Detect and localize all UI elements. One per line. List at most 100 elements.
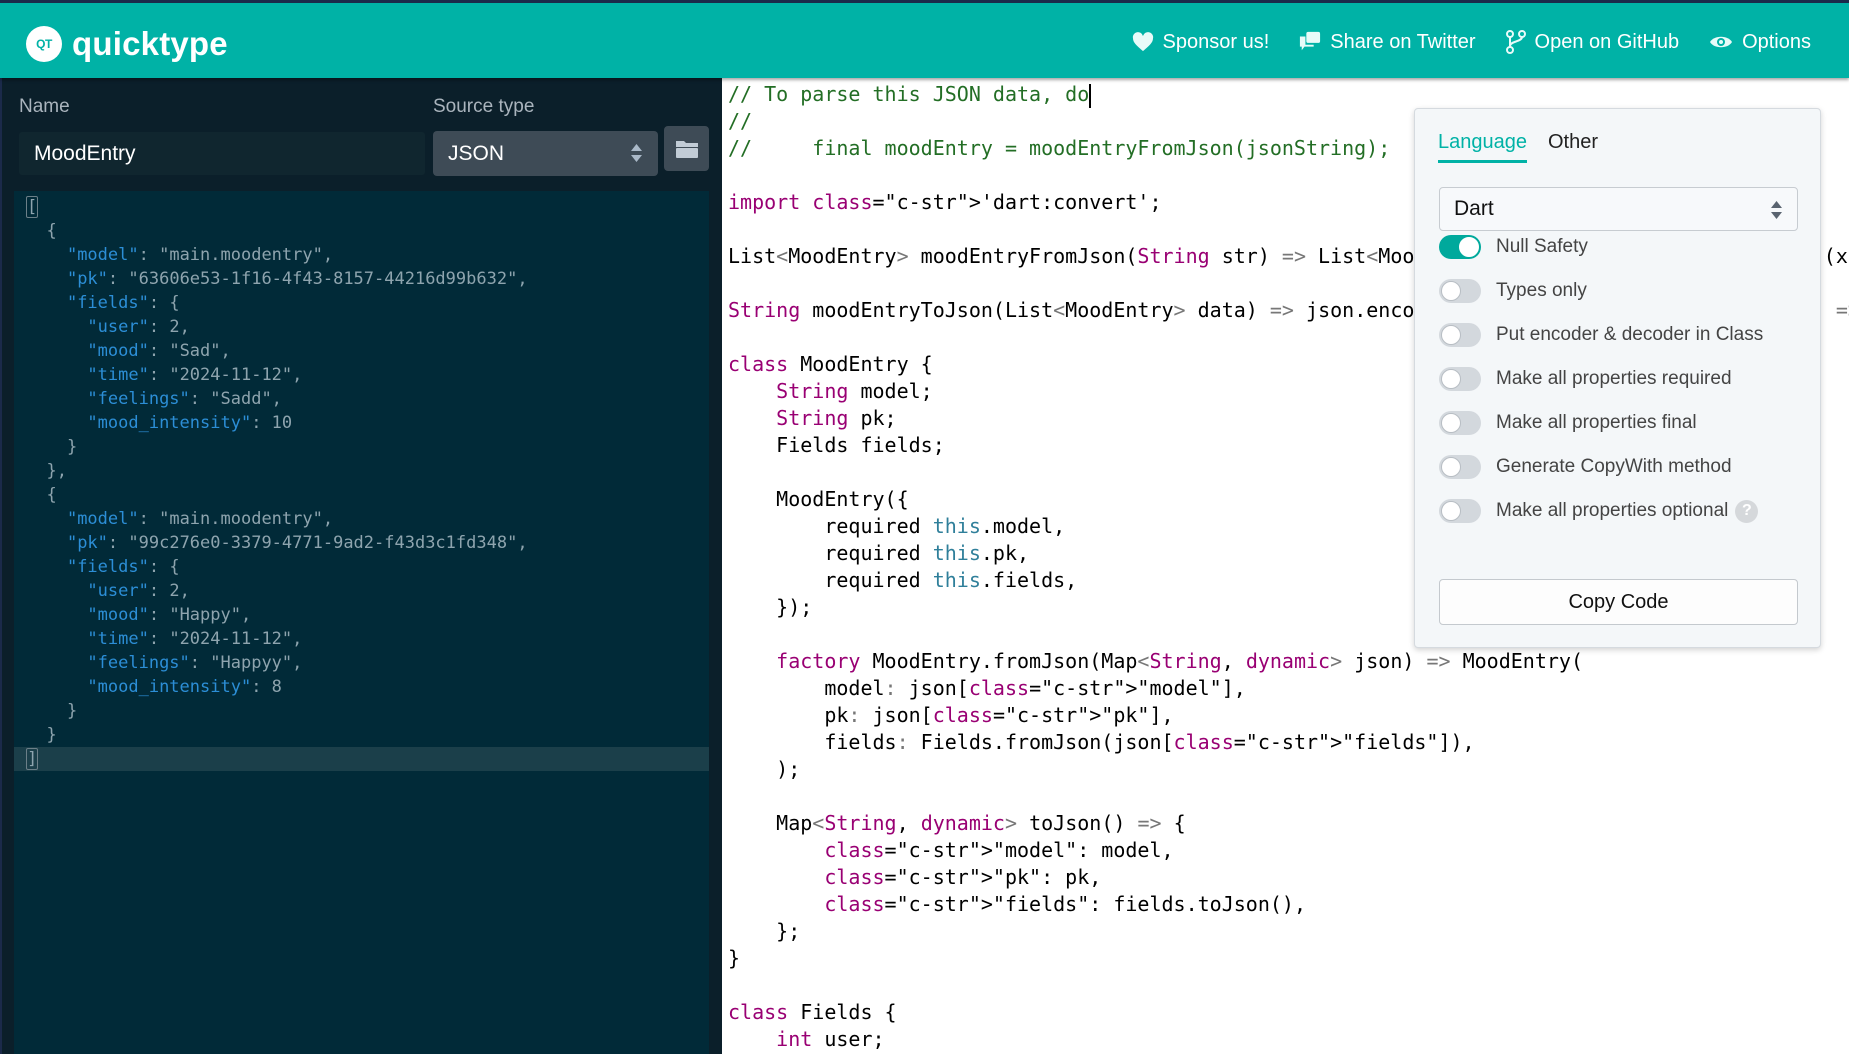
json-line: "mood": "Happy", [87,605,252,625]
code-line: pk: json[class="c-str">"pk"], [728,703,1174,727]
toggle-knob [1459,237,1479,257]
app-header: QT quicktype Sponsor us! Share on Twitte… [0,0,1849,78]
copy-code-button[interactable]: Copy Code [1439,579,1798,625]
text-cursor [1089,83,1092,108]
code-line: Map<String, dynamic> toJson() => { [728,811,1186,835]
option-label: Null Safety [1496,236,1588,257]
option-make-all-properties-final[interactable]: Make all properties final [1439,411,1697,435]
logo-text: quicktype [72,25,228,62]
toggle-switch[interactable] [1439,323,1481,347]
json-line: } [26,701,78,721]
code-line: int user; [776,1027,885,1051]
json-line: "mood_intensity": 10 [87,413,293,433]
json-line: "feelings": "Sadd", [87,389,282,409]
option-label: Make all properties final [1496,412,1697,433]
share-twitter-link[interactable]: Share on Twitter [1299,30,1476,54]
json-line: } [26,437,78,457]
language-select[interactable]: Dart [1439,187,1798,231]
input-panel: Name Source type JSON [ { "model": "main… [0,78,722,1054]
option-label: Types only [1496,280,1587,301]
toggle-knob [1441,413,1461,433]
json-line: "time": "2024-11-12", [87,365,303,385]
sponsor-link[interactable]: Sponsor us! [1132,30,1270,54]
option-types-only[interactable]: Types only [1439,279,1587,303]
toggle-knob [1441,369,1461,389]
code-line: }; [728,919,801,943]
json-line: "fields": { [66,293,180,313]
code-line: ); [728,757,801,781]
json-line: ] [14,747,709,771]
share-twitter-label: Share on Twitter [1330,30,1476,53]
language-value: Dart [1454,197,1494,220]
tab-language[interactable]: Language [1438,131,1527,163]
folder-icon [675,140,698,158]
git-branch-icon [1505,30,1526,54]
options-link[interactable]: Options [1709,30,1811,54]
option-label: Make all properties optional [1496,500,1729,521]
json-line: "fields": { [66,557,180,577]
json-line: "mood_intensity": 8 [87,677,282,697]
json-line: } [26,725,57,745]
code-line: } [728,946,741,970]
code-line: factory MoodEntry.fromJson(Map<String, d… [776,649,1583,673]
github-link[interactable]: Open on GitHub [1505,30,1680,54]
toggle-switch[interactable] [1439,455,1481,479]
code-line: class="c-str">"pk": pk, [824,865,1102,889]
source-type-label: Source type [433,96,535,117]
header-nav: Sponsor us! Share on Twitter Open on Git… [1132,30,1811,54]
option-label: Make all properties required [1496,368,1732,389]
json-editor[interactable]: [ { "model": "main.moodentry", "pk": "63… [14,191,709,1054]
json-line: [ [26,196,39,218]
name-input[interactable] [19,132,425,175]
toggle-knob [1441,501,1461,521]
json-line: { [26,485,57,505]
option-put-encoder-decoder-in-class[interactable]: Put encoder & decoder in Class [1439,323,1763,347]
json-line: { [26,221,57,241]
toggle-switch[interactable] [1439,499,1481,523]
json-line: "user": 2, [87,317,190,337]
json-line: "model": "main.moodentry", [66,245,334,265]
select-arrows-icon [1771,201,1782,219]
code-line: model: json[class="c-str">"model"], [728,676,1246,700]
json-line: "pk": "99c276e0-3379-4771-9ad2-f43d3c1fd… [66,533,528,553]
option-make-all-properties-optional[interactable]: Make all properties optional? [1439,499,1759,523]
github-label: Open on GitHub [1534,30,1680,53]
option-label: Put encoder & decoder in Class [1496,324,1764,345]
toggle-knob [1441,457,1461,477]
option-generate-copywith-method[interactable]: Generate CopyWith method [1439,455,1732,479]
eye-icon [1710,36,1733,48]
source-type-value: JSON [448,141,505,165]
toggle-switch[interactable] [1439,279,1481,303]
toggle-switch[interactable] [1439,235,1481,259]
sponsor-label: Sponsor us! [1162,30,1270,53]
source-type-select[interactable]: JSON [433,131,658,176]
json-line: "feelings": "Happyy", [87,653,303,673]
json-line: "time": "2024-11-12", [87,629,303,649]
options-tabs: Language Other [1438,131,1598,163]
options-label: Options [1742,30,1811,53]
json-line: "user": 2, [87,581,190,601]
json-line: "pk": "63606e53-1f16-4f43-8157-44216d99b… [66,269,528,289]
toggle-switch[interactable] [1439,367,1481,391]
open-file-button[interactable] [664,126,709,171]
help-icon[interactable]: ? [1735,499,1759,523]
option-null-safety[interactable]: Null Safety [1439,235,1588,259]
code-line: fields: Fields.fromJson(json[class="c-st… [728,730,1475,754]
code-line: class="c-str">"fields": fields.toJson(), [824,892,1306,916]
code-line: // To parse this JSON data, do [728,82,1092,108]
tab-other[interactable]: Other [1548,131,1598,163]
option-make-all-properties-required[interactable]: Make all properties required [1439,367,1732,391]
toggle-knob [1441,325,1461,345]
name-label: Name [19,96,70,117]
logo[interactable]: QT quicktype [26,25,228,63]
select-arrows-icon [631,144,642,162]
heart-icon [1132,32,1153,52]
toggle-knob [1441,281,1461,301]
toggle-switch[interactable] [1439,411,1481,435]
code-line: class Fields { [728,1000,897,1024]
code-line: class="c-str">"model": model, [824,838,1174,862]
options-popover: Language Other Dart Null Safety Types onl… [1414,108,1821,648]
json-line: "model": "main.moodentry", [66,509,334,529]
